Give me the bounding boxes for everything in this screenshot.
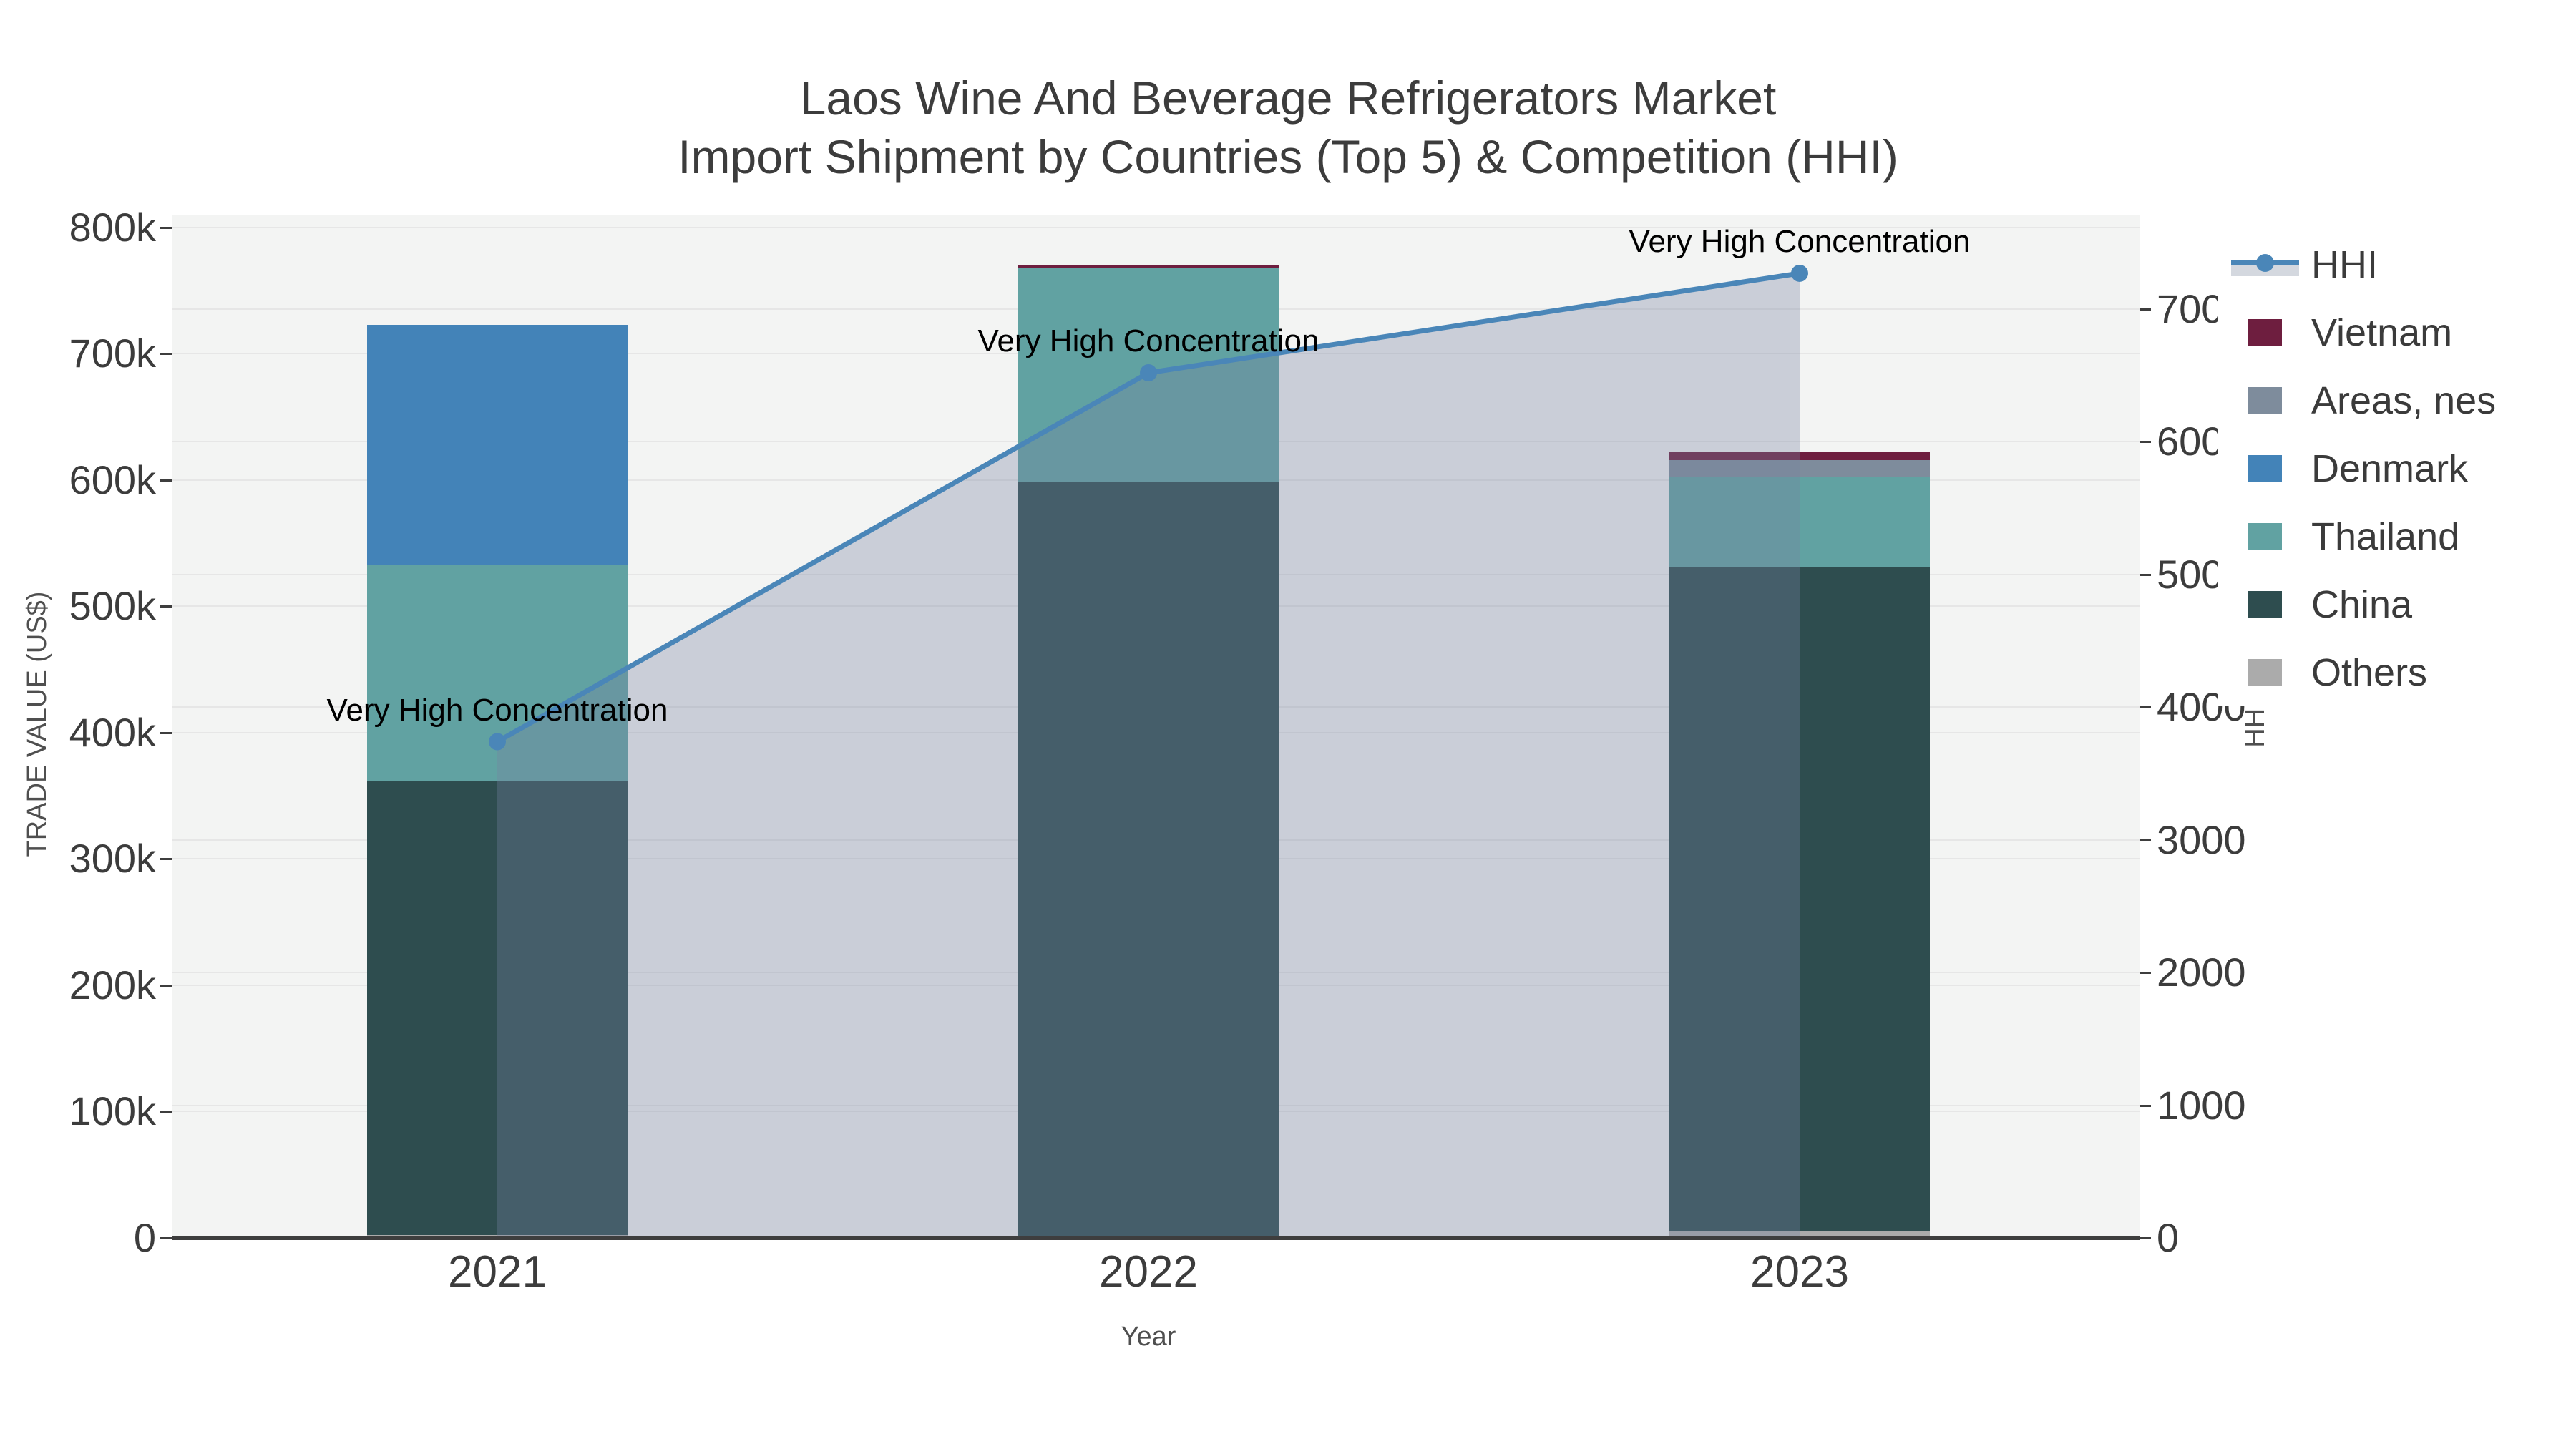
legend-label: Denmark	[2311, 447, 2469, 490]
y-right-tickmark	[2140, 1237, 2151, 1239]
legend-item-vietnam[interactable]: Vietnam	[2218, 298, 2576, 366]
y-left-tickmark	[160, 353, 172, 356]
annotation-2021: Very High Concentration	[326, 692, 668, 728]
y-left-tick-200k: 200k	[69, 962, 156, 1008]
others-swatch-icon	[2218, 658, 2311, 686]
y-left-tickmark	[160, 858, 172, 861]
y-left-tick-300k: 300k	[69, 836, 156, 882]
x-tick-2023: 2023	[1750, 1247, 1849, 1297]
vietnam-swatch-icon	[2218, 318, 2311, 346]
annotation-2022: Very High Concentration	[977, 323, 1319, 359]
y-right-tickmark	[2140, 839, 2151, 841]
y-right-tick-2000: 2000	[2157, 950, 2246, 995]
legend-label: Others	[2311, 650, 2428, 694]
china-swatch-icon	[2218, 590, 2311, 618]
areas-nes-swatch-icon	[2218, 386, 2311, 414]
legend-label: Areas, nes	[2311, 379, 2497, 422]
hhi-marker-2023	[1791, 264, 1808, 282]
legend-item-areas-nes[interactable]: Areas, nes	[2218, 366, 2576, 434]
x-tick-2021: 2021	[448, 1247, 547, 1297]
x-axis-line	[172, 1236, 2140, 1240]
y-right-tickmark	[2140, 308, 2151, 311]
y-left-tick-0: 0	[133, 1215, 156, 1260]
y-left-tickmark	[160, 479, 172, 482]
x-tick-2022: 2022	[1099, 1247, 1198, 1297]
legend-item-thailand[interactable]: Thailand	[2218, 502, 2576, 570]
y-left-tick-600k: 600k	[69, 457, 156, 502]
x-axis-title: Year	[1121, 1322, 1176, 1352]
y-left-tick-700k: 700k	[69, 331, 156, 376]
y-left-tickmark	[160, 1237, 172, 1239]
y-left-tickmark	[160, 605, 172, 608]
y-right-tickmark	[2140, 441, 2151, 444]
legend-label: China	[2311, 582, 2413, 626]
y-left-tickmark	[160, 226, 172, 229]
legend-item-hhi[interactable]: HHI	[2218, 230, 2576, 298]
legend-label: Thailand	[2311, 514, 2460, 558]
legend-item-china[interactable]: China	[2218, 570, 2576, 638]
y-right-tick-0: 0	[2157, 1215, 2180, 1260]
legend-label: Vietnam	[2311, 311, 2453, 354]
y-left-tickmark	[160, 1111, 172, 1113]
hhi-line-legend-icon	[2218, 249, 2311, 280]
denmark-swatch-icon	[2218, 454, 2311, 482]
y-right-tickmark	[2140, 1104, 2151, 1107]
annotation-2023: Very High Concentration	[1629, 223, 1971, 259]
y-right-tickmark	[2140, 972, 2151, 975]
hhi-marker-2022	[1140, 364, 1157, 382]
y-left-tick-100k: 100k	[69, 1088, 156, 1134]
legend-item-denmark[interactable]: Denmark	[2218, 434, 2576, 502]
chart-title-line1: Laos Wine And Beverage Refrigerators Mar…	[799, 72, 1777, 125]
y-right-tick-3000: 3000	[2157, 816, 2246, 862]
legend-label: HHI	[2311, 243, 2378, 286]
thailand-swatch-icon	[2218, 522, 2311, 550]
legend: HHI Vietnam Areas, nes Denmark Thailand China…	[2218, 230, 2576, 706]
y-left-tick-800k: 800k	[69, 204, 156, 250]
y-right-tick-1000: 1000	[2157, 1082, 2246, 1128]
hhi-area-fill	[497, 273, 1800, 1238]
y-left-tickmark	[160, 984, 172, 987]
y-left-tick-400k: 400k	[69, 709, 156, 755]
legend-item-others[interactable]: Others	[2218, 638, 2576, 706]
chart-title-line2: Import Shipment by Countries (Top 5) & C…	[678, 130, 1898, 183]
y-left-tickmark	[160, 731, 172, 734]
hhi-marker-2021	[489, 733, 506, 751]
chart-title: Laos Wine And Beverage Refrigerators Mar…	[0, 69, 2576, 186]
y-right-tickmark	[2140, 706, 2151, 709]
y-left-tick-500k: 500k	[69, 583, 156, 629]
plot-area: Very High Concentration Very High Concent…	[172, 215, 2140, 1238]
y-right-tickmark	[2140, 573, 2151, 576]
